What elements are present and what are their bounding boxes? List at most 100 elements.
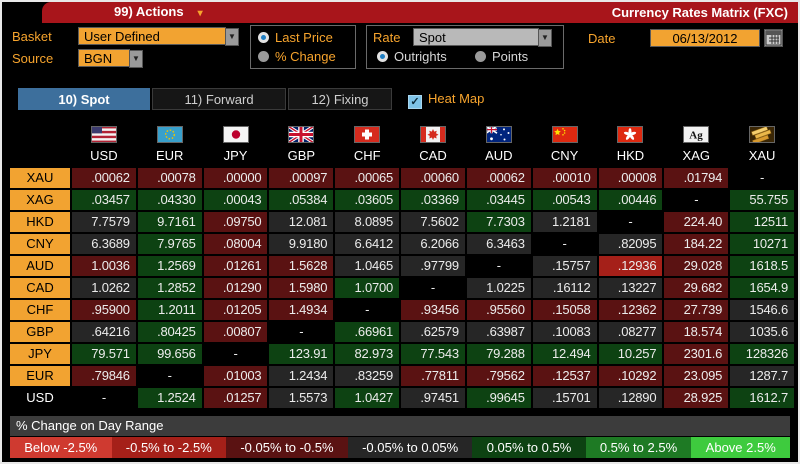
rate-cell-CNY-JPY[interactable]: .08004 xyxy=(204,234,268,254)
rate-cell-CHF-XAU[interactable]: 1546.6 xyxy=(730,300,794,320)
row-label-XAG[interactable]: XAG xyxy=(10,190,70,210)
rate-cell-XAG-HKD[interactable]: .00446 xyxy=(599,190,663,210)
rate-cell-HKD-GBP[interactable]: 12.081 xyxy=(269,212,333,232)
row-label-XAU[interactable]: XAU xyxy=(10,168,70,188)
column-header-CAD[interactable]: CAD xyxy=(401,146,465,166)
column-header-AUD[interactable]: AUD xyxy=(467,146,531,166)
column-header-XAU[interactable]: XAU xyxy=(730,146,794,166)
heat-map-checkbox[interactable]: ✓ xyxy=(408,95,422,109)
rate-cell-USD-XAU[interactable]: 1612.7 xyxy=(730,388,794,408)
rate-cell-CHF-USD[interactable]: .95900 xyxy=(72,300,136,320)
rate-cell-CNY-AUD[interactable]: 6.3463 xyxy=(467,234,531,254)
rate-cell-CAD-USD[interactable]: 1.0262 xyxy=(72,278,136,298)
rate-cell-XAG-AUD[interactable]: .03445 xyxy=(467,190,531,210)
rate-cell-HKD-CHF[interactable]: 8.0895 xyxy=(335,212,399,232)
rate-cell-XAU-HKD[interactable]: .00008 xyxy=(599,168,663,188)
rate-cell-GBP-USD[interactable]: .64216 xyxy=(72,322,136,342)
column-header-CNY[interactable]: CNY xyxy=(533,146,597,166)
rate-cell-AUD-AUD[interactable]: - xyxy=(467,256,531,276)
percent-change-radio[interactable] xyxy=(258,51,269,62)
rate-cell-CHF-CAD[interactable]: .93456 xyxy=(401,300,465,320)
rate-cell-GBP-CHF[interactable]: .66961 xyxy=(335,322,399,342)
rate-cell-JPY-CHF[interactable]: 82.973 xyxy=(335,344,399,364)
rate-cell-AUD-GBP[interactable]: 1.5628 xyxy=(269,256,333,276)
rate-cell-GBP-AUD[interactable]: .63987 xyxy=(467,322,531,342)
rate-cell-XAU-AUD[interactable]: .00062 xyxy=(467,168,531,188)
tab-spot[interactable]: 10) Spot xyxy=(18,88,150,110)
rate-cell-CAD-CNY[interactable]: .16112 xyxy=(533,278,597,298)
rate-cell-USD-HKD[interactable]: .12890 xyxy=(599,388,663,408)
rate-cell-HKD-USD[interactable]: 7.7579 xyxy=(72,212,136,232)
rate-cell-CHF-GBP[interactable]: 1.4934 xyxy=(269,300,333,320)
rate-cell-USD-CHF[interactable]: 1.0427 xyxy=(335,388,399,408)
rate-cell-AUD-EUR[interactable]: 1.2569 xyxy=(138,256,202,276)
outrights-radio[interactable] xyxy=(377,51,388,62)
column-header-USD[interactable]: USD xyxy=(72,146,136,166)
row-label-USD[interactable]: USD xyxy=(10,388,70,408)
rate-cell-USD-GBP[interactable]: 1.5573 xyxy=(269,388,333,408)
last-price-radio[interactable] xyxy=(258,32,269,43)
rate-cell-EUR-CAD[interactable]: .77811 xyxy=(401,366,465,386)
rate-cell-JPY-USD[interactable]: 79.571 xyxy=(72,344,136,364)
rate-cell-EUR-EUR[interactable]: - xyxy=(138,366,202,386)
rate-cell-GBP-EUR[interactable]: .80425 xyxy=(138,322,202,342)
rate-cell-EUR-CNY[interactable]: .12537 xyxy=(533,366,597,386)
rate-cell-CHF-HKD[interactable]: .12362 xyxy=(599,300,663,320)
rate-cell-HKD-XAU[interactable]: 12511 xyxy=(730,212,794,232)
rate-cell-XAU-EUR[interactable]: .00078 xyxy=(138,168,202,188)
tab-forward[interactable]: 11) Forward xyxy=(152,88,286,110)
row-label-AUD[interactable]: AUD xyxy=(10,256,70,276)
column-header-GBP[interactable]: GBP xyxy=(269,146,333,166)
rate-cell-GBP-XAG[interactable]: 18.574 xyxy=(664,322,728,342)
rate-cell-EUR-AUD[interactable]: .79562 xyxy=(467,366,531,386)
row-label-GBP[interactable]: GBP xyxy=(10,322,70,342)
rate-cell-CNY-CAD[interactable]: 6.2066 xyxy=(401,234,465,254)
rate-cell-USD-CAD[interactable]: .97451 xyxy=(401,388,465,408)
rate-cell-XAU-CHF[interactable]: .00065 xyxy=(335,168,399,188)
rate-cell-CAD-CAD[interactable]: - xyxy=(401,278,465,298)
rate-cell-CNY-HKD[interactable]: .82095 xyxy=(599,234,663,254)
rate-cell-JPY-GBP[interactable]: 123.91 xyxy=(269,344,333,364)
rate-cell-USD-JPY[interactable]: .01257 xyxy=(204,388,268,408)
rate-cell-AUD-CAD[interactable]: .97799 xyxy=(401,256,465,276)
rate-cell-AUD-JPY[interactable]: .01261 xyxy=(204,256,268,276)
rate-cell-XAU-JPY[interactable]: .00000 xyxy=(204,168,268,188)
rate-cell-USD-AUD[interactable]: .99645 xyxy=(467,388,531,408)
tab-fixing[interactable]: 12) Fixing xyxy=(288,88,392,110)
rate-cell-XAG-CHF[interactable]: .03605 xyxy=(335,190,399,210)
rate-cell-XAG-GBP[interactable]: .05384 xyxy=(269,190,333,210)
rate-cell-JPY-CNY[interactable]: 12.494 xyxy=(533,344,597,364)
rate-cell-CHF-EUR[interactable]: 1.2011 xyxy=(138,300,202,320)
rate-cell-CHF-JPY[interactable]: .01205 xyxy=(204,300,268,320)
rate-cell-JPY-CAD[interactable]: 77.543 xyxy=(401,344,465,364)
row-label-CAD[interactable]: CAD xyxy=(10,278,70,298)
rate-cell-USD-USD[interactable]: - xyxy=(72,388,136,408)
rate-cell-JPY-EUR[interactable]: 99.656 xyxy=(138,344,202,364)
column-header-HKD[interactable]: HKD xyxy=(599,146,663,166)
rate-cell-XAU-GBP[interactable]: .00097 xyxy=(269,168,333,188)
source-dropdown-arrow-icon[interactable]: ▼ xyxy=(129,50,143,68)
rate-cell-EUR-XAU[interactable]: 1287.7 xyxy=(730,366,794,386)
rate-cell-CNY-USD[interactable]: 6.3689 xyxy=(72,234,136,254)
rate-cell-XAG-CNY[interactable]: .00543 xyxy=(533,190,597,210)
rate-cell-CAD-XAG[interactable]: 29.682 xyxy=(664,278,728,298)
rate-cell-CAD-CHF[interactable]: 1.0700 xyxy=(335,278,399,298)
rate-cell-XAG-XAU[interactable]: 55.755 xyxy=(730,190,794,210)
rate-cell-CAD-EUR[interactable]: 1.2852 xyxy=(138,278,202,298)
rate-cell-CHF-CHF[interactable]: - xyxy=(335,300,399,320)
rate-cell-XAU-USD[interactable]: .00062 xyxy=(72,168,136,188)
rate-cell-CNY-GBP[interactable]: 9.9180 xyxy=(269,234,333,254)
rate-cell-XAG-EUR[interactable]: .04330 xyxy=(138,190,202,210)
row-label-HKD[interactable]: HKD xyxy=(10,212,70,232)
column-header-XAG[interactable]: XAG xyxy=(664,146,728,166)
rate-cell-GBP-GBP[interactable]: - xyxy=(269,322,333,342)
rate-cell-EUR-GBP[interactable]: 1.2434 xyxy=(269,366,333,386)
rate-cell-XAU-CNY[interactable]: .00010 xyxy=(533,168,597,188)
rate-cell-EUR-USD[interactable]: .79846 xyxy=(72,366,136,386)
rate-cell-XAU-CAD[interactable]: .00060 xyxy=(401,168,465,188)
rate-cell-GBP-XAU[interactable]: 1035.6 xyxy=(730,322,794,342)
rate-cell-CNY-EUR[interactable]: 7.9765 xyxy=(138,234,202,254)
rate-cell-XAG-CAD[interactable]: .03369 xyxy=(401,190,465,210)
rate-cell-XAG-JPY[interactable]: .00043 xyxy=(204,190,268,210)
rate-cell-XAU-XAU[interactable]: - xyxy=(730,168,794,188)
